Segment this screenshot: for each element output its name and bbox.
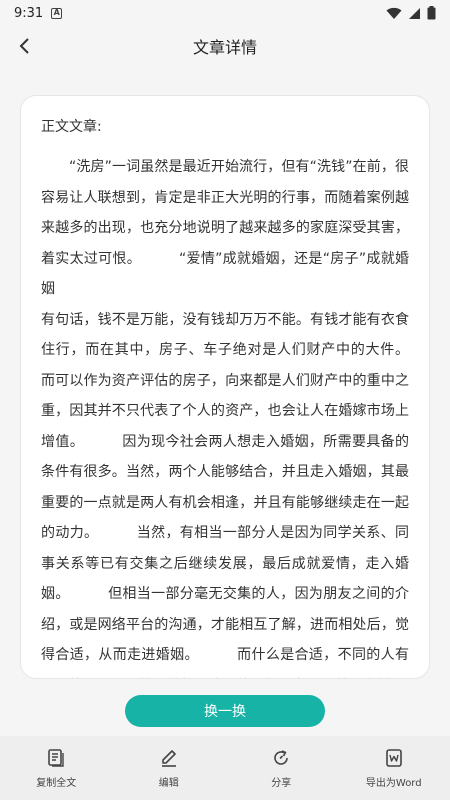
status-time: 9:31 xyxy=(14,5,44,21)
bottom-nav: 复制全文 编辑 分享 导出为Word xyxy=(0,736,450,800)
article-card[interactable]: 正文文章: “洗房”一词虽然是最近开始流行，但有“洗钱”在前，很容易让人联想到，… xyxy=(20,95,430,679)
export-word-button[interactable]: 导出为Word xyxy=(338,736,450,800)
page-title: 文章详情 xyxy=(192,38,257,57)
copy-all-button[interactable]: 复制全文 xyxy=(0,736,113,800)
document-copy-icon xyxy=(48,748,64,767)
share-label: 分享 xyxy=(271,777,292,789)
edit-label: 编辑 xyxy=(158,777,179,789)
battery-icon xyxy=(427,6,436,20)
word-export-icon xyxy=(385,748,402,767)
share-button[interactable]: 分享 xyxy=(225,736,338,800)
header: 文章详情 xyxy=(0,26,450,66)
status-left: 9:31 A xyxy=(14,5,63,21)
export-word-label: 导出为Word xyxy=(365,777,422,789)
back-button[interactable] xyxy=(10,30,40,62)
article-body: “洗房”一词虽然是最近开始流行，但有“洗钱”在前，很容易让人联想到，肯定是非正大… xyxy=(41,159,409,678)
signal-icon xyxy=(409,7,420,19)
pencil-icon xyxy=(161,749,176,767)
switch-button[interactable]: 换一换 xyxy=(125,695,325,727)
article-heading: 正文文章: xyxy=(41,119,102,135)
wifi-icon xyxy=(386,7,402,19)
copy-all-label: 复制全文 xyxy=(36,777,77,789)
status-bar: 9:31 A xyxy=(0,0,450,26)
edit-button[interactable]: 编辑 xyxy=(113,736,226,800)
a-icon: A xyxy=(51,7,63,19)
chevron-left-icon xyxy=(19,38,29,54)
share-refresh-icon xyxy=(274,749,289,765)
status-right xyxy=(386,6,436,20)
